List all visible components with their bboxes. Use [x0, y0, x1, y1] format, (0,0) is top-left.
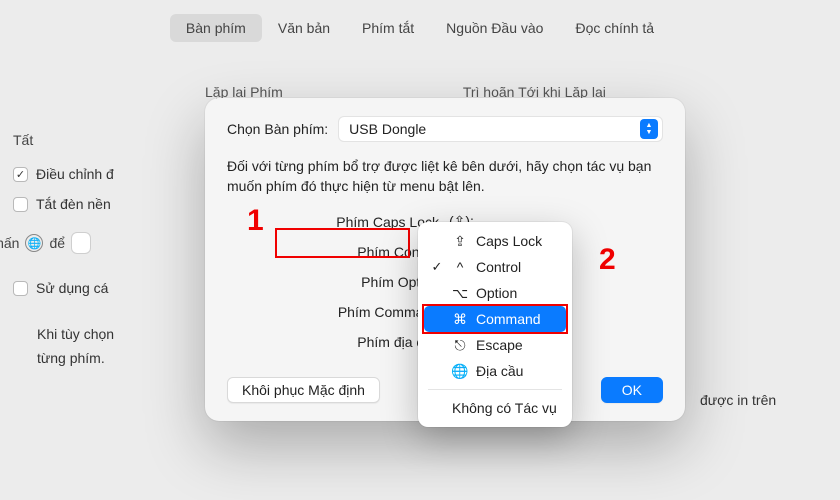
modifier-action-popup: ⇪ Caps Lock ✓ ^ Control ⌥ Option ⌘ Comma… — [418, 222, 572, 427]
tab-input-sources[interactable]: Nguồn Đầu vào — [430, 14, 559, 42]
popup-item-label: Caps Lock — [476, 233, 542, 249]
ok-button[interactable]: OK — [601, 377, 663, 403]
command-symbol-icon: ⌘ — [452, 311, 468, 328]
popup-item-capslock[interactable]: ⇪ Caps Lock — [424, 228, 566, 254]
option-key-label: Phím Option — [227, 274, 443, 290]
tab-bar: Bàn phím Văn bản Phím tắt Nguồn Đầu vào … — [0, 0, 840, 42]
select-keyboard-label: Chọn Bàn phím: — [227, 121, 328, 137]
popup-item-escape[interactable]: ⎋ Escape — [424, 332, 566, 358]
use-fkeys-checkbox[interactable] — [13, 281, 28, 296]
popup-check-icon: ✓ — [430, 259, 444, 275]
backlight-off-label: Tắt đèn nền — [36, 196, 111, 212]
control-symbol-icon: ^ — [452, 259, 468, 275]
command-key-label: Phím Command — [227, 304, 443, 320]
select-keyboard-value: USB Dongle — [349, 121, 426, 137]
use-fkeys-label: Sử dụng cá — [36, 280, 108, 296]
popup-divider — [428, 389, 562, 390]
tab-keyboard[interactable]: Bàn phím — [170, 14, 262, 42]
popup-item-command[interactable]: ⌘ Command — [424, 306, 566, 332]
sheet-description: Đối với từng phím bổ trợ được liệt kê bê… — [227, 156, 663, 197]
globe-action-select[interactable] — [71, 232, 91, 254]
press-globe-label-pre: Nhấn — [0, 235, 19, 251]
popup-item-label: Địa cầu — [476, 363, 523, 379]
dropdown-stepper-icon: ▲▼ — [640, 119, 658, 139]
popup-item-label: Control — [476, 259, 521, 275]
popup-item-option[interactable]: ⌥ Option — [424, 280, 566, 306]
restore-defaults-button[interactable]: Khôi phục Mặc định — [227, 377, 380, 403]
popup-item-no-action[interactable]: Không có Tác vụ — [424, 395, 566, 421]
globe-icon: 🌐 — [25, 234, 43, 252]
press-globe-label-post: để — [49, 235, 65, 251]
popup-item-label: Escape — [476, 337, 523, 353]
fkeys-description-right: được in trên — [700, 392, 776, 408]
adjust-brightness-label: Điều chỉnh đ — [36, 166, 114, 182]
popup-item-control[interactable]: ✓ ^ Control — [424, 254, 566, 280]
globe-key-label: Phím địa cầu — [227, 334, 443, 350]
globe-symbol-icon: 🌐 — [452, 363, 468, 380]
option-symbol-icon: ⌥ — [452, 285, 468, 302]
tab-shortcuts[interactable]: Phím tắt — [346, 14, 430, 42]
popup-item-globe[interactable]: 🌐 Địa cầu — [424, 358, 566, 384]
capslock-key-label: Phím Caps Lock — [227, 214, 443, 230]
escape-symbol-icon: ⎋ — [452, 337, 468, 354]
adjust-brightness-checkbox[interactable]: ✓ — [13, 167, 28, 182]
popup-item-label: Option — [476, 285, 517, 301]
popup-item-label: Command — [476, 311, 541, 327]
tab-dictation[interactable]: Đọc chính tả — [559, 14, 670, 42]
capslock-symbol-icon: ⇪ — [452, 233, 468, 250]
tab-text[interactable]: Văn bản — [262, 14, 346, 42]
truncated-tat-label: Tất — [13, 132, 33, 148]
popup-item-label: Không có Tác vụ — [452, 400, 557, 416]
select-keyboard-dropdown[interactable]: USB Dongle ▲▼ — [338, 116, 663, 142]
backlight-off-checkbox[interactable] — [13, 197, 28, 212]
control-key-label: Phím Control — [227, 244, 443, 260]
